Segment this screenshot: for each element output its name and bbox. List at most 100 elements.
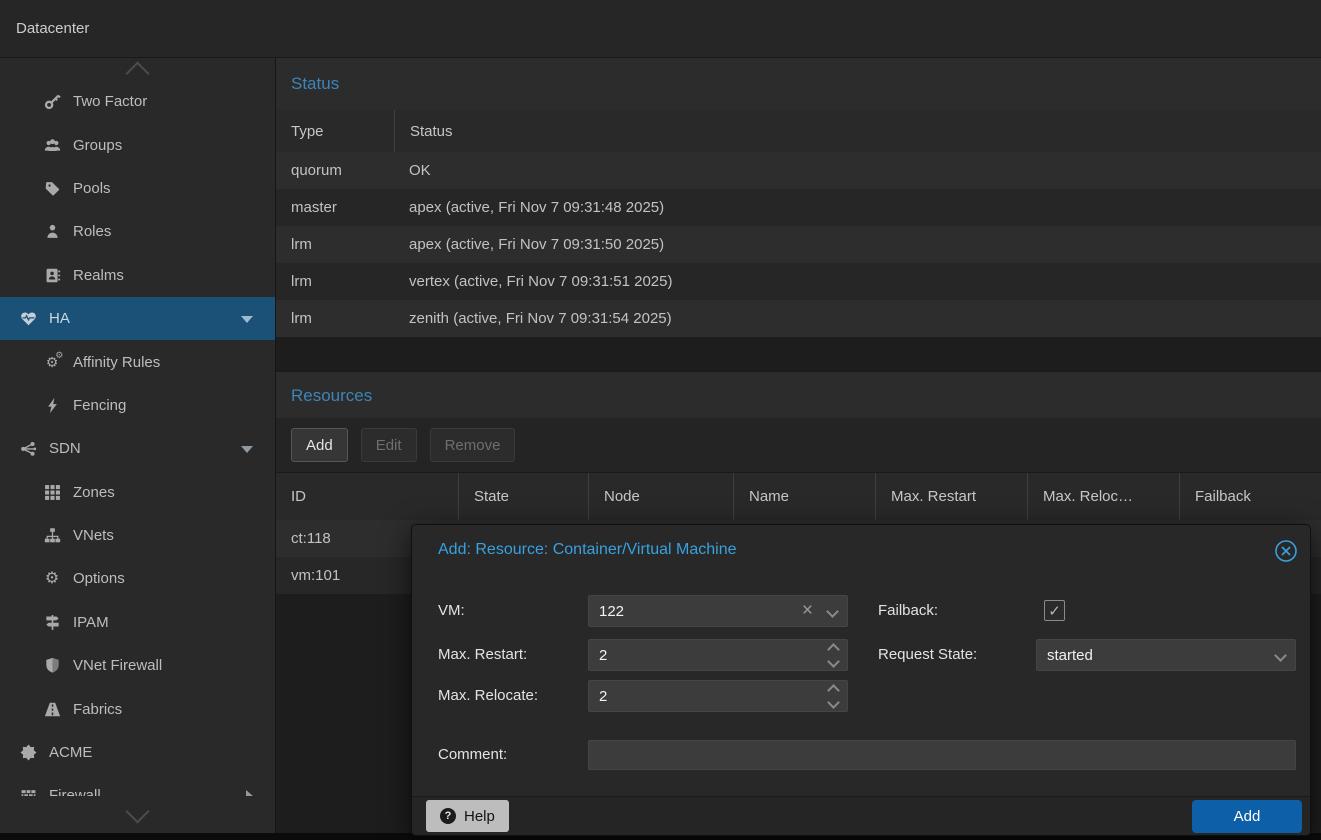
sidebar-item-ha[interactable]: HA [0,297,275,340]
table-row[interactable]: master apex (active, Fri Nov 7 09:31:48 … [276,189,1321,227]
close-icon[interactable] [1274,539,1298,563]
column-header-max-restart[interactable]: Max. Restart [875,473,1027,520]
chevron-down-icon[interactable] [828,607,837,616]
status-value-cell: vertex (active, Fri Nov 7 09:31:51 2025) [394,263,1321,300]
help-button[interactable]: ? Help [426,800,509,832]
sidebar-item-label: VNets [73,527,114,544]
address-book-icon [42,266,62,284]
sidebar-item-label: Affinity Rules [73,354,160,371]
proxmox-datacenter-window: Datacenter Two Factor Groups Pools Roles [0,0,1321,840]
sidebar-item-realms[interactable]: Realms [0,254,275,297]
gear-icon: ⚙ [42,570,62,588]
sidebar-scroll-up[interactable] [0,58,275,80]
vm-combobox[interactable]: × [588,595,848,627]
gears-icon: ⚙⚙ [42,353,62,371]
column-header-type[interactable]: Type [276,110,394,152]
chevron-down-icon[interactable] [241,316,253,323]
sidebar-item-label: Roles [73,223,111,240]
status-value-cell: apex (active, Fri Nov 7 09:31:50 2025) [394,226,1321,263]
dialog-footer: ? Help Add [412,796,1310,835]
sidebar-item-fabrics[interactable]: Fabrics [0,687,275,730]
resources-panel-title: Resources [291,386,372,406]
bolt-icon [42,396,62,414]
sidebar-item-roles[interactable]: Roles [0,210,275,253]
column-header-node[interactable]: Node [588,473,733,520]
sidebar-item-vnets[interactable]: VNets [0,514,275,557]
column-header-failback[interactable]: Failback [1179,473,1321,520]
column-header-name[interactable]: Name [733,473,875,520]
sidebar-item-label: IPAM [73,614,109,631]
heartbeat-icon [18,310,38,328]
max-relocate-field[interactable] [588,680,848,712]
add-button[interactable]: Add [291,428,348,462]
sidebar-item-label: Pools [73,180,111,197]
sidebar: Two Factor Groups Pools Roles Realms HA [0,58,276,833]
resources-table-header: ID State Node Name Max. Restart Max. Rel… [276,473,1321,521]
chevron-down-icon [125,799,149,823]
sidebar-item-zones[interactable]: Zones [0,471,275,514]
comment-field[interactable] [588,740,1296,770]
chevron-down-icon[interactable] [1276,651,1285,660]
sidebar-item-label: SDN [49,440,81,457]
remove-button[interactable]: Remove [430,428,516,462]
resources-toolbar: Add Edit Remove [276,418,1321,473]
dialog-title: Add: Resource: Container/Virtual Machine [438,541,737,559]
max-relocate-label: Max. Relocate: [438,680,538,712]
dialog-add-button[interactable]: Add [1192,800,1302,833]
column-header-id[interactable]: ID [276,473,458,520]
chevron-down-icon[interactable] [241,446,253,453]
status-type-cell: quorum [276,152,394,189]
sidebar-item-sdn[interactable]: SDN [0,427,275,470]
help-button-label: Help [464,808,495,825]
status-value-cell: OK [394,152,1321,189]
sidebar-item-pools[interactable]: Pools [0,167,275,210]
sidebar-item-label: Two Factor [73,93,147,110]
table-row[interactable]: lrm apex (active, Fri Nov 7 09:31:50 202… [276,226,1321,264]
sidebar-item-label: Realms [73,267,124,284]
sidebar-item-affinity-rules[interactable]: ⚙⚙ Affinity Rules [0,340,275,383]
table-row[interactable]: lrm vertex (active, Fri Nov 7 09:31:51 2… [276,263,1321,301]
sidebar-item-vnet-firewall[interactable]: VNet Firewall [0,644,275,687]
table-row[interactable]: lrm zenith (active, Fri Nov 7 09:31:54 2… [276,300,1321,338]
grid-icon [42,483,62,501]
max-restart-label: Max. Restart: [438,639,527,671]
clear-icon[interactable]: × [802,600,813,622]
comment-label: Comment: [438,739,507,771]
comment-input[interactable] [589,741,1295,769]
column-header-status[interactable]: Status [394,110,1321,152]
sidebar-item-label: HA [49,310,70,327]
road-icon [42,700,62,718]
page-title: Datacenter [16,20,89,37]
sidebar-item-ipam[interactable]: IPAM [0,601,275,644]
sidebar-nav-list: Two Factor Groups Pools Roles Realms HA [0,80,275,818]
add-resource-dialog: Add: Resource: Container/Virtual Machine… [411,524,1311,836]
number-spinner[interactable] [829,645,838,666]
number-spinner[interactable] [829,686,838,707]
status-type-cell: lrm [276,226,394,263]
status-type-cell: master [276,189,394,226]
max-restart-input[interactable] [589,640,847,670]
request-state-select[interactable]: started [1036,639,1296,671]
request-state-label: Request State: [878,639,977,671]
failback-checkbox[interactable]: ✓ [1044,600,1065,621]
sidebar-scroll-down[interactable] [0,796,275,833]
status-panel-title: Status [291,74,339,94]
edit-button[interactable]: Edit [361,428,417,462]
table-row[interactable]: quorum OK [276,152,1321,190]
sidebar-item-acme[interactable]: ACME [0,731,275,774]
sidebar-item-label: ACME [49,744,92,761]
sidebar-item-label: Fabrics [73,701,122,718]
sidebar-item-fencing[interactable]: Fencing [0,384,275,427]
shield-icon [42,657,62,675]
sidebar-item-two-factor[interactable]: Two Factor [0,80,275,123]
max-restart-field[interactable] [588,639,848,671]
check-icon: ✓ [1048,602,1061,620]
users-icon [42,136,62,154]
sidebar-item-options[interactable]: ⚙ Options [0,557,275,600]
sitemap-icon [42,527,62,545]
person-icon [42,223,62,241]
max-relocate-input[interactable] [589,681,847,711]
column-header-state[interactable]: State [458,473,588,520]
sidebar-item-groups[interactable]: Groups [0,123,275,166]
column-header-max-relocate[interactable]: Max. Reloc… [1027,473,1179,520]
